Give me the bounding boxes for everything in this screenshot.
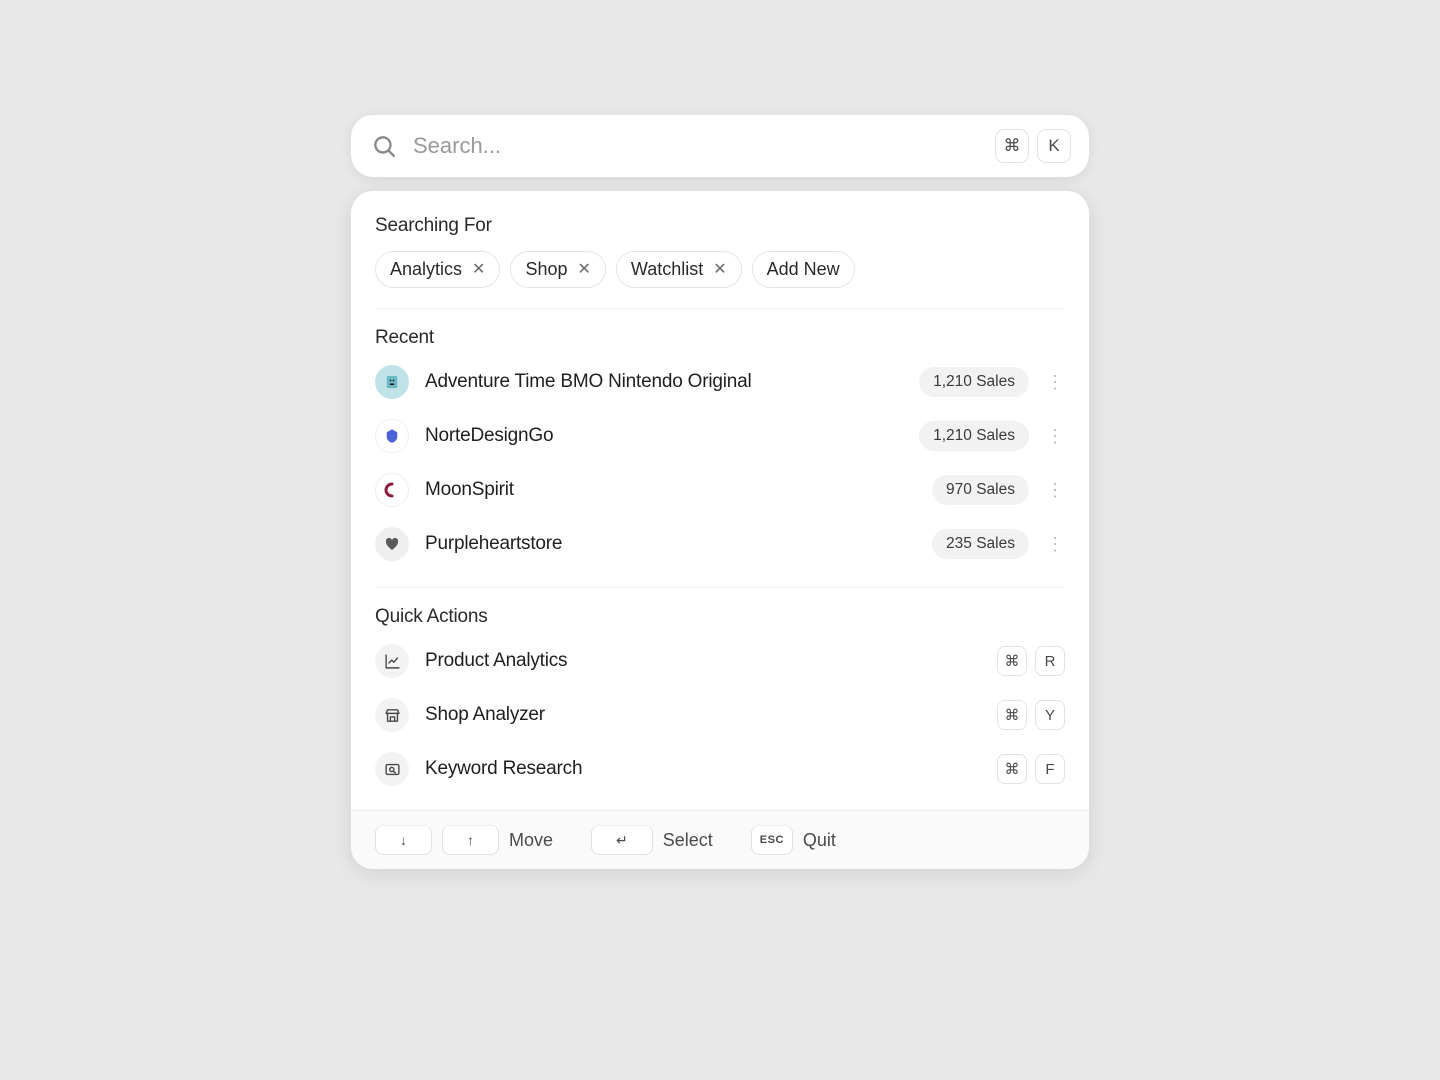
divider — [375, 308, 1065, 309]
list-item[interactable]: Adventure Time BMO Nintendo Original 1,2… — [375, 359, 1065, 405]
search-box-icon — [375, 752, 409, 786]
sales-badge: 970 Sales — [932, 475, 1029, 505]
close-icon[interactable]: ✕ — [577, 262, 590, 278]
quick-actions-list: Product Analytics ⌘ R Shop Analyzer ⌘ Y — [375, 638, 1065, 792]
filter-chip-analytics[interactable]: Analytics ✕ — [375, 251, 500, 288]
quick-action-shortcut: ⌘ F — [997, 754, 1065, 784]
avatar — [375, 419, 409, 453]
kbd-key: Y — [1035, 700, 1065, 730]
avatar — [375, 365, 409, 399]
divider — [375, 587, 1065, 588]
add-filter-button[interactable]: Add New — [752, 251, 855, 288]
close-icon[interactable]: ✕ — [472, 262, 485, 278]
kbd-key: F — [1035, 754, 1065, 784]
close-icon[interactable]: ✕ — [713, 262, 726, 278]
storefront-icon — [375, 698, 409, 732]
enter-icon: ↵ — [591, 825, 653, 855]
quick-action-title: Product Analytics — [425, 650, 981, 672]
search-shortcut: ⌘ K — [995, 129, 1071, 163]
add-filter-label: Add New — [767, 259, 840, 280]
quick-action-title: Shop Analyzer — [425, 704, 981, 726]
more-icon[interactable]: ⋮ — [1045, 427, 1065, 445]
filter-chip-label: Shop — [525, 259, 567, 280]
list-item[interactable]: Purpleheartstore 235 Sales ⋮ — [375, 521, 1065, 567]
kbd-cmd: ⌘ — [997, 646, 1027, 676]
section-title-searching-for: Searching For — [375, 215, 1065, 237]
search-icon — [371, 133, 397, 159]
filter-chip-label: Analytics — [390, 259, 462, 280]
kbd-k: K — [1037, 129, 1071, 163]
kbd-key: R — [1035, 646, 1065, 676]
hint-quit: ESC Quit — [751, 825, 836, 855]
list-item-title: Adventure Time BMO Nintendo Original — [425, 371, 903, 393]
hint-select: ↵ Select — [591, 825, 713, 855]
search-bar: ⌘ K — [351, 115, 1089, 177]
quick-action-product-analytics[interactable]: Product Analytics ⌘ R — [375, 638, 1065, 684]
avatar — [375, 527, 409, 561]
sales-badge: 1,210 Sales — [919, 421, 1029, 451]
list-item-title: MoonSpirit — [425, 479, 916, 501]
kbd-cmd: ⌘ — [995, 129, 1029, 163]
more-icon[interactable]: ⋮ — [1045, 481, 1065, 499]
search-input[interactable] — [413, 133, 979, 159]
arrow-up-icon: ↑ — [442, 825, 499, 855]
hint-label: Select — [663, 830, 713, 851]
hint-move: ↓ ↑ Move — [375, 825, 553, 855]
recent-list: Adventure Time BMO Nintendo Original 1,2… — [375, 359, 1065, 567]
list-item-title: NorteDesignGo — [425, 425, 903, 447]
quick-action-shortcut: ⌘ Y — [997, 700, 1065, 730]
hint-label: Quit — [803, 830, 836, 851]
kbd-cmd: ⌘ — [997, 700, 1027, 730]
quick-action-title: Keyword Research — [425, 758, 981, 780]
list-item-title: Purpleheartstore — [425, 533, 916, 555]
arrow-down-icon: ↓ — [375, 825, 432, 855]
sales-badge: 235 Sales — [932, 529, 1029, 559]
more-icon[interactable]: ⋮ — [1045, 535, 1065, 553]
filter-chip-label: Watchlist — [631, 259, 703, 280]
sales-badge: 1,210 Sales — [919, 367, 1029, 397]
filter-chip-shop[interactable]: Shop ✕ — [510, 251, 605, 288]
filter-chip-watchlist[interactable]: Watchlist ✕ — [616, 251, 742, 288]
command-panel: Searching For Analytics ✕ Shop ✕ Watchli… — [351, 191, 1089, 869]
esc-key: ESC — [751, 825, 793, 855]
footer-hints: ↓ ↑ Move ↵ Select ESC Quit — [351, 810, 1089, 869]
hint-label: Move — [509, 830, 553, 851]
quick-action-shop-analyzer[interactable]: Shop Analyzer ⌘ Y — [375, 692, 1065, 738]
kbd-cmd: ⌘ — [997, 754, 1027, 784]
quick-action-shortcut: ⌘ R — [997, 646, 1065, 676]
section-title-quick-actions: Quick Actions — [375, 606, 1065, 628]
list-item[interactable]: NorteDesignGo 1,210 Sales ⋮ — [375, 413, 1065, 459]
chart-icon — [375, 644, 409, 678]
list-item[interactable]: MoonSpirit 970 Sales ⋮ — [375, 467, 1065, 513]
section-title-recent: Recent — [375, 327, 1065, 349]
more-icon[interactable]: ⋮ — [1045, 373, 1065, 391]
filter-chips-row: Analytics ✕ Shop ✕ Watchlist ✕ Add New — [375, 251, 1065, 288]
quick-action-keyword-research[interactable]: Keyword Research ⌘ F — [375, 746, 1065, 792]
avatar — [375, 473, 409, 507]
